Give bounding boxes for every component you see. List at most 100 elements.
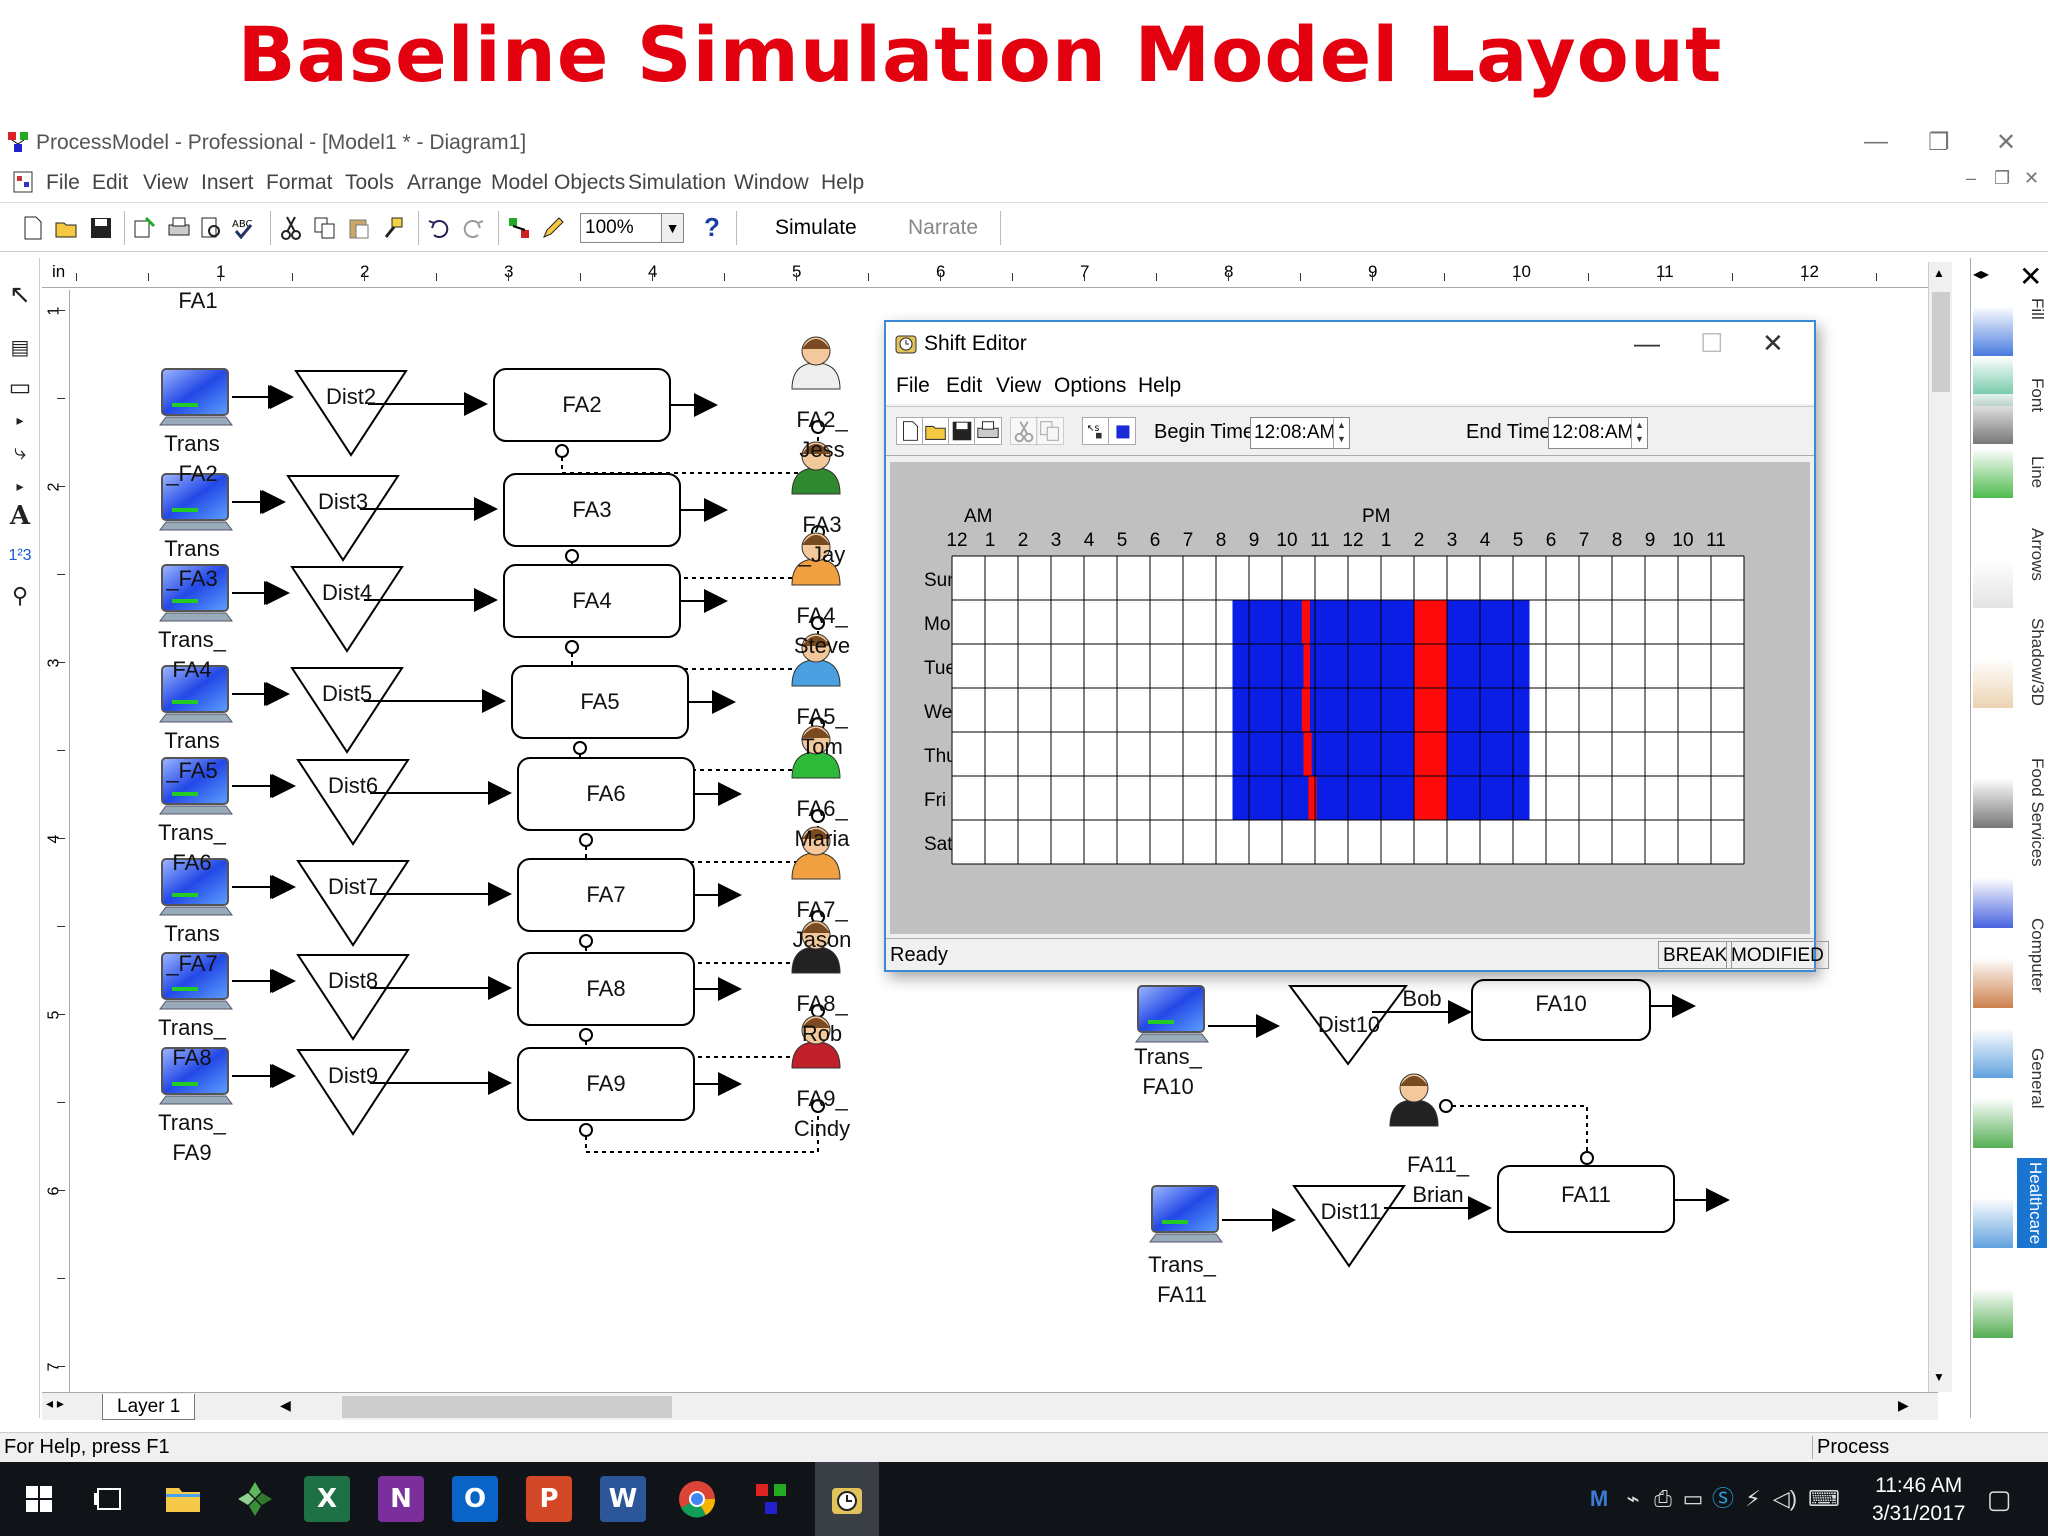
onenote-icon[interactable]: N xyxy=(378,1476,424,1522)
spell-check-icon[interactable]: ABC xyxy=(230,215,256,241)
horizontal-scroll-thumb[interactable] xyxy=(342,1396,672,1418)
simulate-button[interactable]: Simulate xyxy=(775,216,857,240)
resource-handle[interactable] xyxy=(565,640,579,654)
save-shift-icon[interactable] xyxy=(948,417,976,445)
library-tab-food-services[interactable]: Food Services xyxy=(2017,758,2047,867)
menu-simulation[interactable]: Simulation xyxy=(628,171,726,195)
library-tab-fill[interactable]: Fill xyxy=(2017,298,2047,320)
resource-person-icon[interactable] xyxy=(1389,1073,1439,1127)
menu-help[interactable]: Help xyxy=(821,171,864,195)
resource-handle[interactable] xyxy=(579,1123,593,1137)
format-painter-icon[interactable] xyxy=(380,215,406,241)
restore-icon[interactable]: ❐ xyxy=(1928,128,1950,157)
resource-handle[interactable] xyxy=(555,444,569,458)
tray-monitor-icon[interactable]: ▭ xyxy=(1680,1486,1706,1512)
resource-handle[interactable] xyxy=(573,741,587,755)
doc-close-icon[interactable]: ✕ xyxy=(2024,168,2039,189)
taskbar-clock[interactable]: 11:46 AM 3/31/2017 xyxy=(1872,1472,1965,1528)
library-object-thumbnail[interactable] xyxy=(1973,658,2013,708)
library-tab-line[interactable]: Line xyxy=(2017,456,2047,488)
expand-arrow-icon[interactable]: ▸ xyxy=(6,406,34,434)
break-block[interactable] xyxy=(1414,600,1447,644)
library-object-thumbnail[interactable] xyxy=(1973,958,2013,1008)
break-block[interactable] xyxy=(1303,644,1311,688)
break-block[interactable] xyxy=(1414,732,1447,776)
scroll-left-icon[interactable]: ◀ xyxy=(280,1397,291,1414)
pointer-tool-icon[interactable]: ↖ xyxy=(6,280,34,308)
tray-usb-icon[interactable]: ⌁ xyxy=(1620,1486,1646,1512)
library-object-thumbnail[interactable] xyxy=(1973,1198,2013,1248)
print-shift-icon[interactable] xyxy=(974,417,1002,445)
library-tab-healthcare[interactable]: Healthcare xyxy=(2017,1158,2047,1249)
doc-restore-icon[interactable]: ❐ xyxy=(1994,168,2010,189)
menu-model-objects[interactable]: Model Objects xyxy=(491,171,625,195)
narrate-button[interactable]: Narrate xyxy=(908,216,978,240)
minimize-icon[interactable]: — xyxy=(1864,128,1888,156)
break-block[interactable] xyxy=(1414,776,1447,820)
resource-assignment-link[interactable] xyxy=(1452,1105,1588,1152)
weekly-shift-grid[interactable]: AM PM12 1 2 3 4 5 6 7 8 9 10 11 12 1 2 3 4 5 6 7 8 9 10 11SunMon… xyxy=(890,462,1810,934)
menu-tools[interactable]: Tools xyxy=(345,171,394,195)
undo-icon[interactable] xyxy=(426,215,452,241)
panel-close-icon[interactable]: ✕ xyxy=(2019,260,2042,293)
file-explorer-icon[interactable] xyxy=(160,1476,206,1522)
connector-tool-icon[interactable]: ⤷ xyxy=(6,438,34,466)
save-icon[interactable] xyxy=(88,215,114,241)
tray-keyboard-icon[interactable]: ⌨ xyxy=(1808,1486,1840,1512)
zoom-select[interactable]: 100% ▼ xyxy=(580,213,684,243)
activity-tool-icon[interactable]: ▤ xyxy=(6,334,34,362)
computer-icon[interactable] xyxy=(1135,985,1209,1043)
chrome-icon[interactable] xyxy=(674,1476,720,1522)
notification-icon[interactable]: ▢ xyxy=(1986,1486,2012,1512)
scroll-up-icon[interactable]: ▲ xyxy=(1933,266,1945,280)
open-folder-icon[interactable] xyxy=(54,215,80,241)
print-preview-icon[interactable] xyxy=(198,215,224,241)
dialog-menu-view[interactable]: View xyxy=(996,374,1041,398)
close-icon[interactable]: ✕ xyxy=(1996,128,2016,157)
resource-handle[interactable] xyxy=(1580,1151,1594,1165)
shift-tool-icon[interactable] xyxy=(1108,417,1136,445)
document-icon[interactable] xyxy=(12,170,34,194)
open-shift-icon[interactable] xyxy=(922,417,950,445)
dialog-close-icon[interactable]: ✕ xyxy=(1762,328,1784,359)
text-tool-icon[interactable]: A xyxy=(6,502,34,530)
print-icon[interactable] xyxy=(166,215,192,241)
tab-prev-icon[interactable]: ◂ ▸ xyxy=(46,1395,64,1412)
excel-icon[interactable]: X xyxy=(304,1476,350,1522)
library-object-thumbnail[interactable] xyxy=(1973,448,2013,498)
resource-handle[interactable] xyxy=(579,833,593,847)
auto-connect-icon[interactable] xyxy=(506,215,532,241)
library-object-thumbnail[interactable] xyxy=(1973,306,2013,356)
library-tab-general[interactable]: General xyxy=(2017,1048,2047,1108)
menu-file[interactable]: File xyxy=(46,171,80,195)
menu-view[interactable]: View xyxy=(143,171,188,195)
rectangle-tool-icon[interactable]: ▭ xyxy=(6,374,34,402)
scroll-right-icon[interactable]: ▶ xyxy=(1898,1397,1909,1414)
library-object-thumbnail[interactable] xyxy=(1973,778,2013,828)
begin-time-spinner-icon[interactable]: ▲ ▼ xyxy=(1333,418,1349,448)
outlook-icon[interactable]: O xyxy=(452,1476,498,1522)
resource-person-icon[interactable] xyxy=(791,336,841,390)
tray-m-icon[interactable]: M xyxy=(1586,1486,1612,1512)
library-tab-arrows[interactable]: Arrows xyxy=(2017,528,2047,581)
scroll-thumb[interactable] xyxy=(1932,292,1950,392)
tray-skype-icon[interactable]: Ⓢ xyxy=(1710,1486,1736,1512)
new-file-icon[interactable] xyxy=(20,215,46,241)
computer-icon[interactable] xyxy=(159,368,233,426)
paste-icon[interactable] xyxy=(346,215,372,241)
dialog-menu-help[interactable]: Help xyxy=(1138,374,1181,398)
library-tab-font[interactable]: Font xyxy=(2017,378,2047,412)
dialog-minimize-icon[interactable]: — xyxy=(1634,328,1660,359)
library-tab-shadow-3d[interactable]: Shadow/3D xyxy=(2017,618,2047,706)
break-block[interactable] xyxy=(1301,688,1311,732)
menu-format[interactable]: Format xyxy=(266,171,333,195)
end-time-input[interactable]: 12:08:AM ▲ ▼ xyxy=(1548,417,1648,449)
numbering-tool-icon[interactable]: 1²3 xyxy=(6,542,34,570)
dialog-menu-edit[interactable]: Edit xyxy=(946,374,982,398)
dialog-menu-options[interactable]: Options xyxy=(1054,374,1126,398)
chevron-down-icon[interactable]: ▼ xyxy=(661,214,683,242)
library-object-thumbnail[interactable] xyxy=(1973,1098,2013,1148)
task-view-icon[interactable] xyxy=(86,1476,132,1522)
library-object-thumbnail[interactable] xyxy=(1973,1288,2013,1338)
doc-minimize-icon[interactable]: – xyxy=(1966,168,1976,189)
